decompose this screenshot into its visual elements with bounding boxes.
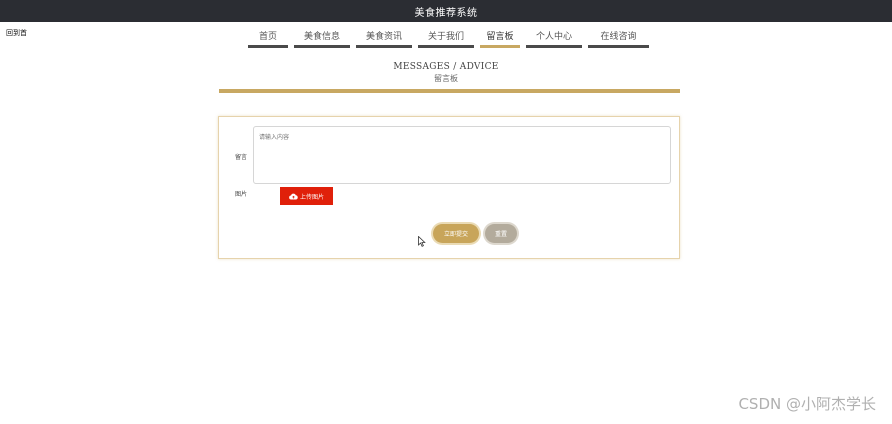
back-home-link[interactable]: 回到首 — [6, 28, 27, 38]
section-heading: MESSAGES / ADVICE 留言板 — [0, 62, 892, 84]
nav-item-message-board[interactable]: 留言板 — [480, 31, 520, 48]
message-textarea[interactable] — [253, 126, 671, 184]
reset-button[interactable]: 重置 — [485, 224, 517, 243]
cloud-upload-icon — [289, 193, 298, 200]
mouse-pointer-icon — [418, 236, 426, 247]
app-title: 美食推荐系统 — [414, 7, 478, 19]
image-label: 图片 — [235, 191, 248, 198]
upload-image-label: 上传图片 — [299, 193, 324, 201]
heading-divider — [219, 89, 680, 93]
main-nav: 首页 美食信息 美食资讯 关于我们 留言板 个人中心 在线咨询 — [248, 31, 649, 48]
nav-item-personal-center[interactable]: 个人中心 — [526, 31, 582, 48]
submit-button[interactable]: 立即提交 — [433, 224, 479, 243]
message-label: 留言 — [235, 154, 248, 161]
upload-image-button[interactable]: 上传图片 — [280, 187, 333, 205]
watermark-text: CSDN @小阿杰学长 — [738, 395, 876, 413]
section-heading-chinese: 留言板 — [434, 74, 458, 83]
section-heading-english: MESSAGES / ADVICE — [393, 62, 499, 72]
nav-item-online-consult[interactable]: 在线咨询 — [588, 31, 649, 48]
nav-item-food-info[interactable]: 美食信息 — [294, 31, 350, 48]
app-title-bar: 美食推荐系统 — [0, 0, 892, 22]
nav-item-about-us[interactable]: 关于我们 — [418, 31, 474, 48]
nav-item-food-news[interactable]: 美食资讯 — [356, 31, 412, 48]
message-form: 留言 图片 上传图片 立即提交 重置 — [218, 116, 680, 259]
nav-item-home[interactable]: 首页 — [248, 31, 288, 48]
